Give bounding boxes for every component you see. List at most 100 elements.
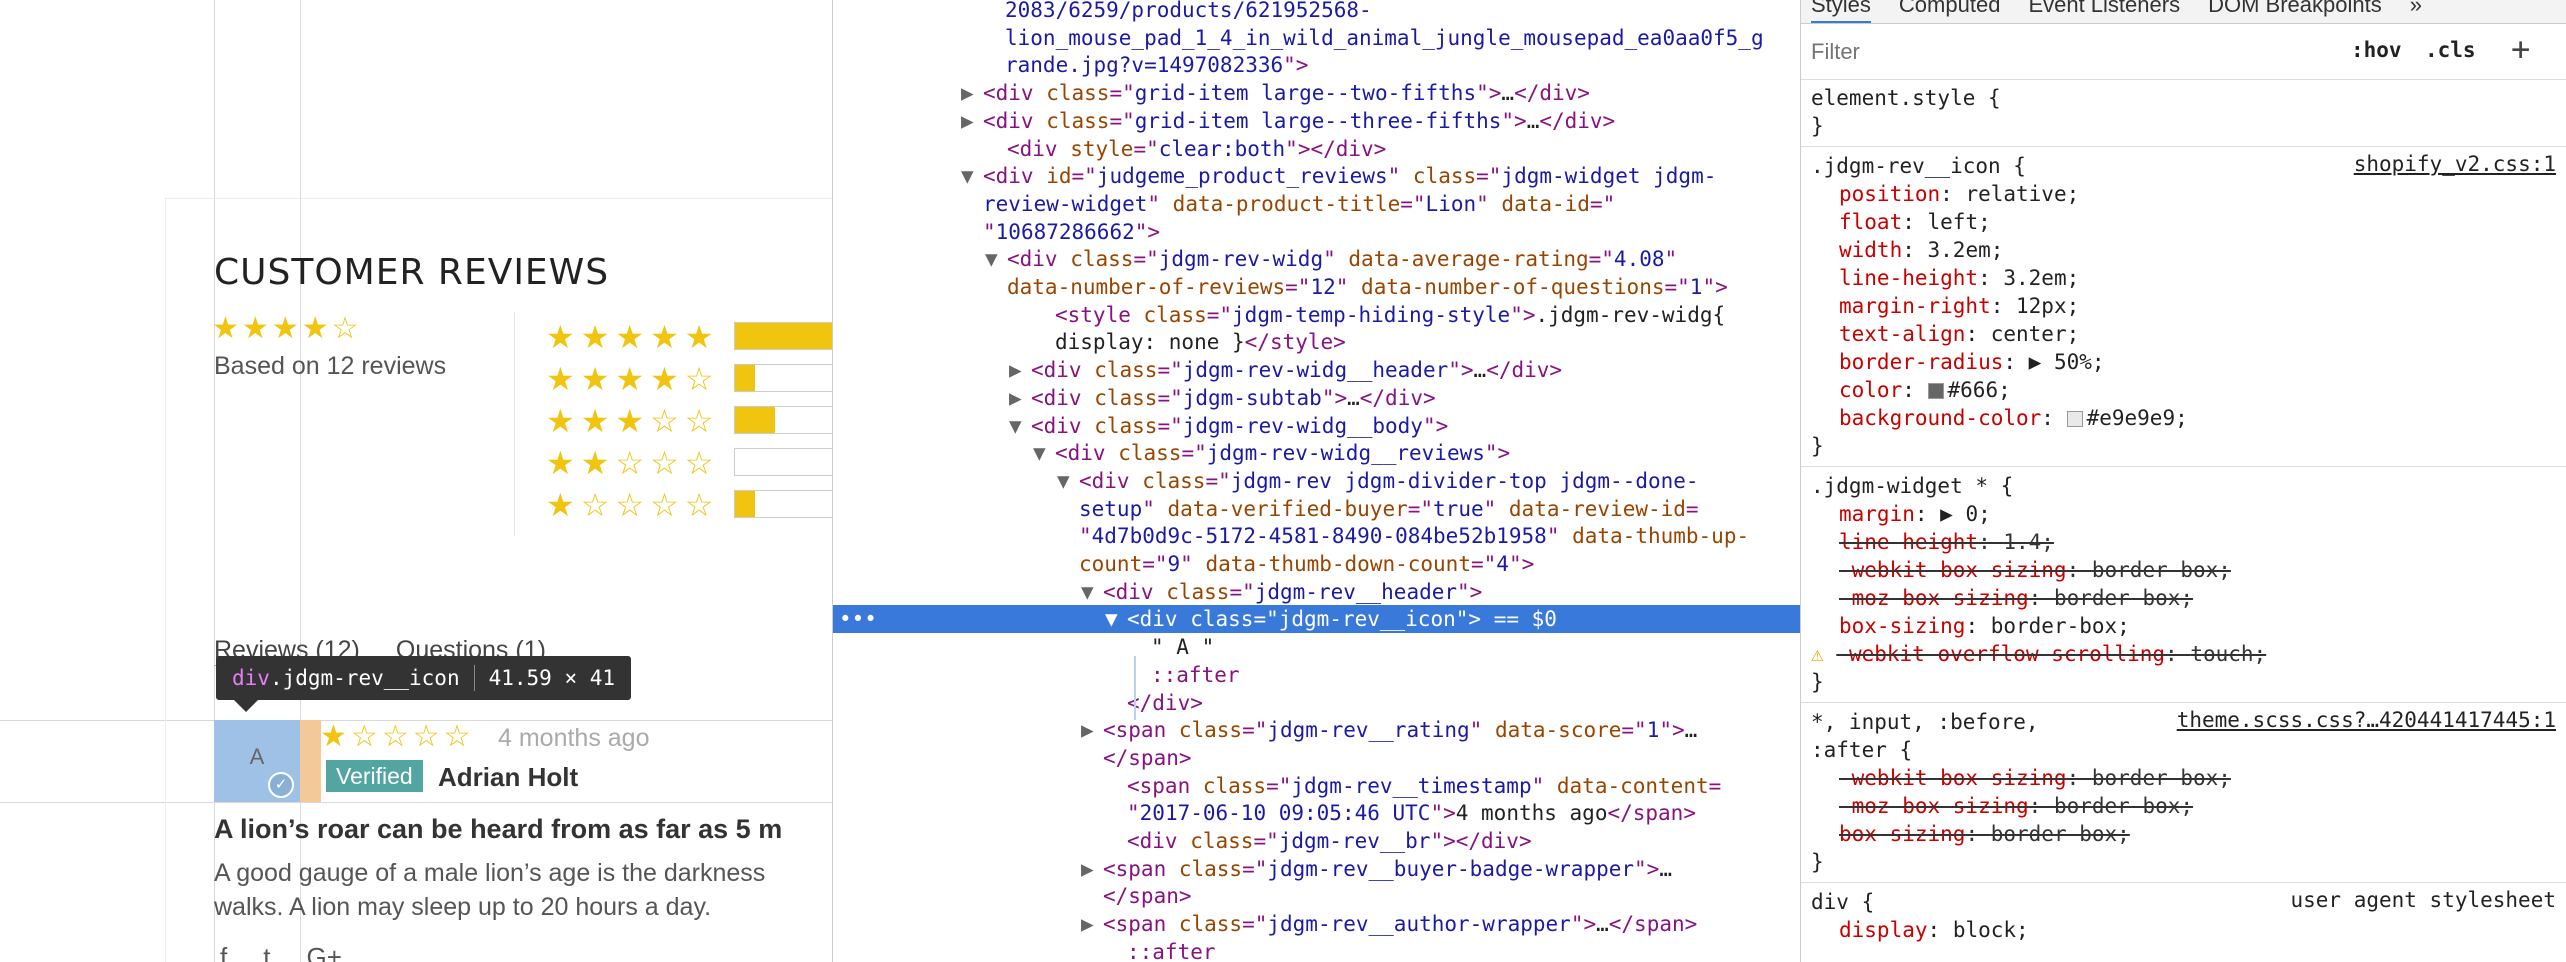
- dom-token: jdgm-rev__br: [1278, 829, 1431, 853]
- dom-node-line[interactable]: </span>: [833, 744, 1192, 772]
- dom-node-line[interactable]: <style class="jdgm-temp-hiding-style">.j…: [833, 301, 1725, 329]
- dom-node-line[interactable]: " A ": [833, 633, 1214, 661]
- css-declaration[interactable]: width: 3.2em;: [1839, 238, 2003, 262]
- collapsed-triangle-icon[interactable]: ▶: [1081, 910, 1094, 938]
- histogram-row[interactable]: ★ ★ ☆ ☆ ☆: [546, 446, 713, 480]
- dom-node-line[interactable]: ▶ <div class="jdgm-rev-widg__header">…</d…: [833, 356, 1562, 384]
- tab-computed[interactable]: Computed: [1899, 0, 2001, 23]
- css-declaration[interactable]: box-sizing: border-box;: [1839, 614, 2130, 638]
- facebook-icon[interactable]: f: [220, 942, 227, 962]
- expanded-triangle-icon[interactable]: ▼: [1057, 467, 1070, 495]
- dom-token: grid-item large--two-fifths: [1134, 81, 1477, 105]
- dom-node-line[interactable]: data-number-of-reviews="12" data-number-…: [833, 273, 1728, 301]
- collapsed-triangle-icon[interactable]: ▶: [961, 79, 974, 107]
- dom-token: review-widget: [983, 192, 1148, 216]
- star-filled-icon: ★: [241, 311, 269, 346]
- expanded-triangle-icon[interactable]: ▼: [961, 162, 974, 190]
- dom-node-line[interactable]: setup" data-verified-buyer="true" data-r…: [833, 495, 1699, 523]
- dom-node-line[interactable]: ▶ <div class="jdgm-subtab">…</div>: [833, 384, 1436, 412]
- css-declaration[interactable]: background-color: #e9e9e9;: [1839, 406, 2188, 430]
- collapsed-triangle-icon[interactable]: ▶: [1081, 716, 1094, 744]
- css-property-name: position: [1839, 182, 1941, 206]
- dom-node-line[interactable]: "2017-06-10 09:05:46 UTC">4 months ago</…: [833, 799, 1696, 827]
- tab-event-listeners[interactable]: Event Listeners: [2028, 0, 2180, 23]
- dom-node-line[interactable]: rande.jpg?v=1497082336">: [833, 51, 1308, 79]
- histogram-stars: ★ ★ ★ ☆ ☆: [546, 404, 713, 438]
- hov-toggle[interactable]: :hov: [2351, 38, 2402, 62]
- expanded-triangle-icon[interactable]: ▼: [1009, 412, 1022, 440]
- cls-toggle[interactable]: .cls: [2425, 38, 2476, 62]
- histogram-row[interactable]: ★ ★ ★ ☆ ☆: [546, 404, 713, 438]
- histogram-row[interactable]: ★ ☆ ☆ ☆ ☆: [546, 488, 713, 522]
- dom-node-line[interactable]: ::after: [833, 661, 1240, 689]
- dom-node-line[interactable]: ::after: [833, 938, 1216, 962]
- dom-node-line[interactable]: review-widget" data-product-title="Lion"…: [833, 190, 1615, 218]
- css-declaration[interactable]: position: relative;: [1839, 182, 2079, 206]
- dom-node-line[interactable]: <span class="jdgm-rev__timestamp" data-c…: [833, 772, 1721, 800]
- selected-dom-node[interactable]: ▼ <div class="jdgm-rev__icon"> == $0 •••: [833, 605, 1800, 633]
- css-declaration[interactable]: margin: ▶ 0;: [1839, 502, 1991, 526]
- dom-node-line[interactable]: ▼ <div class="jdgm-rev-widg" data-average…: [833, 245, 1677, 273]
- css-declaration[interactable]: margin-right: 12px;: [1839, 294, 2079, 318]
- css-declaration[interactable]: -webkit-box-sizing: border-box;: [1839, 766, 2231, 790]
- dom-node-line[interactable]: <div style="clear:both"></div>: [833, 135, 1386, 163]
- star-filled-icon: ★: [546, 402, 575, 440]
- dom-node-line[interactable]: count="9" data-thumb-down-count="4">: [833, 550, 1534, 578]
- expanded-triangle-icon[interactable]: ▼: [1105, 605, 1118, 633]
- css-declaration[interactable]: box-sizing: border-box;: [1839, 822, 2130, 846]
- dom-node-line[interactable]: "4d7b0d9c-5172-4581-8490-084be52b1958" d…: [833, 522, 1749, 550]
- expanded-triangle-icon[interactable]: ▼: [1033, 439, 1046, 467]
- dom-node-line[interactable]: ▶ <div class="grid-item large--three-fift…: [833, 107, 1615, 135]
- color-swatch[interactable]: [1927, 383, 1944, 399]
- dom-node-line[interactable]: lion_mouse_pad_1_4_in_wild_animal_jungle…: [833, 24, 1764, 52]
- css-declaration[interactable]: border-radius: ▶ 50%;: [1839, 350, 2105, 374]
- dom-node-line[interactable]: ▶ <span class="jdgm-rev__author-wrapper">…: [833, 910, 1697, 938]
- expanded-triangle-icon[interactable]: ▼: [985, 245, 998, 273]
- histogram-row[interactable]: ★ ★ ★ ★ ★: [546, 320, 713, 354]
- css-property-name: margin: [1839, 502, 1915, 526]
- styles-panel[interactable]: Styles Computed Event Listeners DOM Brea…: [1800, 0, 2566, 962]
- dom-node-line[interactable]: <div class="jdgm-rev__br"></div>: [833, 827, 1532, 855]
- collapsed-triangle-icon[interactable]: ▶: [1009, 384, 1022, 412]
- twitter-icon[interactable]: t: [263, 942, 270, 962]
- rule-source-link[interactable]: shopify_v2.css:1: [2354, 152, 2556, 176]
- rule-source-link[interactable]: theme.scss.css?…420441417445:1: [2177, 708, 2556, 732]
- css-declaration[interactable]: text-align: center;: [1839, 322, 2079, 346]
- dom-node-line[interactable]: ▶ <span class="jdgm-rev__buyer-badge-wrap…: [833, 855, 1672, 883]
- tab-dom-breakpoints[interactable]: DOM Breakpoints: [2208, 0, 2382, 23]
- expanded-triangle-icon[interactable]: ▼: [1081, 578, 1094, 606]
- dom-node-line[interactable]: ▼ <div class="jdgm-rev__header">: [833, 578, 1482, 606]
- color-swatch[interactable]: [2066, 411, 2083, 427]
- dom-node-line[interactable]: display: none }</style>: [833, 328, 1346, 356]
- collapsed-triangle-icon[interactable]: ▶: [1009, 356, 1022, 384]
- google-plus-icon[interactable]: G+: [306, 942, 341, 962]
- more-tabs-icon[interactable]: »: [2410, 0, 2422, 23]
- styles-filter-input[interactable]: [1811, 38, 2291, 65]
- histogram-row[interactable]: ★ ★ ★ ★ ☆: [546, 362, 713, 396]
- css-declaration[interactable]: -webkit-box-sizing: border-box;: [1839, 558, 2231, 582]
- dom-node-line[interactable]: ▼ <div class="jdgm-rev-widg__reviews">: [833, 439, 1510, 467]
- css-declaration[interactable]: float: left;: [1839, 210, 1991, 234]
- new-rule-button[interactable]: +: [2511, 30, 2530, 68]
- collapsed-triangle-icon[interactable]: ▶: [961, 107, 974, 135]
- dom-node-line[interactable]: </div>: [833, 689, 1203, 717]
- dom-node-line[interactable]: ▶ <span class="jdgm-rev__rating" data-sco…: [833, 716, 1697, 744]
- dom-node-line[interactable]: "10687286662">: [833, 218, 1160, 246]
- dom-node-line[interactable]: ▼ <div id="judgeme_product_reviews" class…: [833, 162, 1716, 190]
- dom-node-line[interactable]: 2083/6259/products/621952568-: [833, 0, 1372, 24]
- dom-node-line[interactable]: </span>: [833, 882, 1192, 910]
- css-declaration[interactable]: -moz-box-sizing: border-box;: [1839, 586, 2193, 610]
- css-declaration[interactable]: color: #666;: [1839, 378, 2011, 402]
- dom-node-line[interactable]: ▶ <div class="grid-item large--two-fifths…: [833, 79, 1590, 107]
- css-declaration[interactable]: line-height: 3.2em;: [1839, 266, 2079, 290]
- tab-styles[interactable]: Styles: [1811, 0, 1871, 23]
- css-declaration[interactable]: line-height: 1.4;: [1839, 530, 2054, 554]
- elements-panel[interactable]: 2083/6259/products/621952568- lion_mouse_…: [832, 0, 1800, 962]
- collapsed-triangle-icon[interactable]: ▶: [1081, 855, 1094, 883]
- dom-node-line[interactable]: ▼ <div class="jdgm-rev-widg__body">: [833, 412, 1448, 440]
- node-menu-icon[interactable]: •••: [839, 605, 877, 633]
- dom-node-line[interactable]: ▼ <div class="jdgm-rev jdgm-divider-top j…: [833, 467, 1699, 495]
- css-declaration[interactable]: -moz-box-sizing: border-box;: [1839, 794, 2193, 818]
- css-declaration[interactable]: -webkit-overflow-scrolling: touch;: [1836, 642, 2266, 666]
- css-declaration[interactable]: display: block;: [1839, 918, 2029, 942]
